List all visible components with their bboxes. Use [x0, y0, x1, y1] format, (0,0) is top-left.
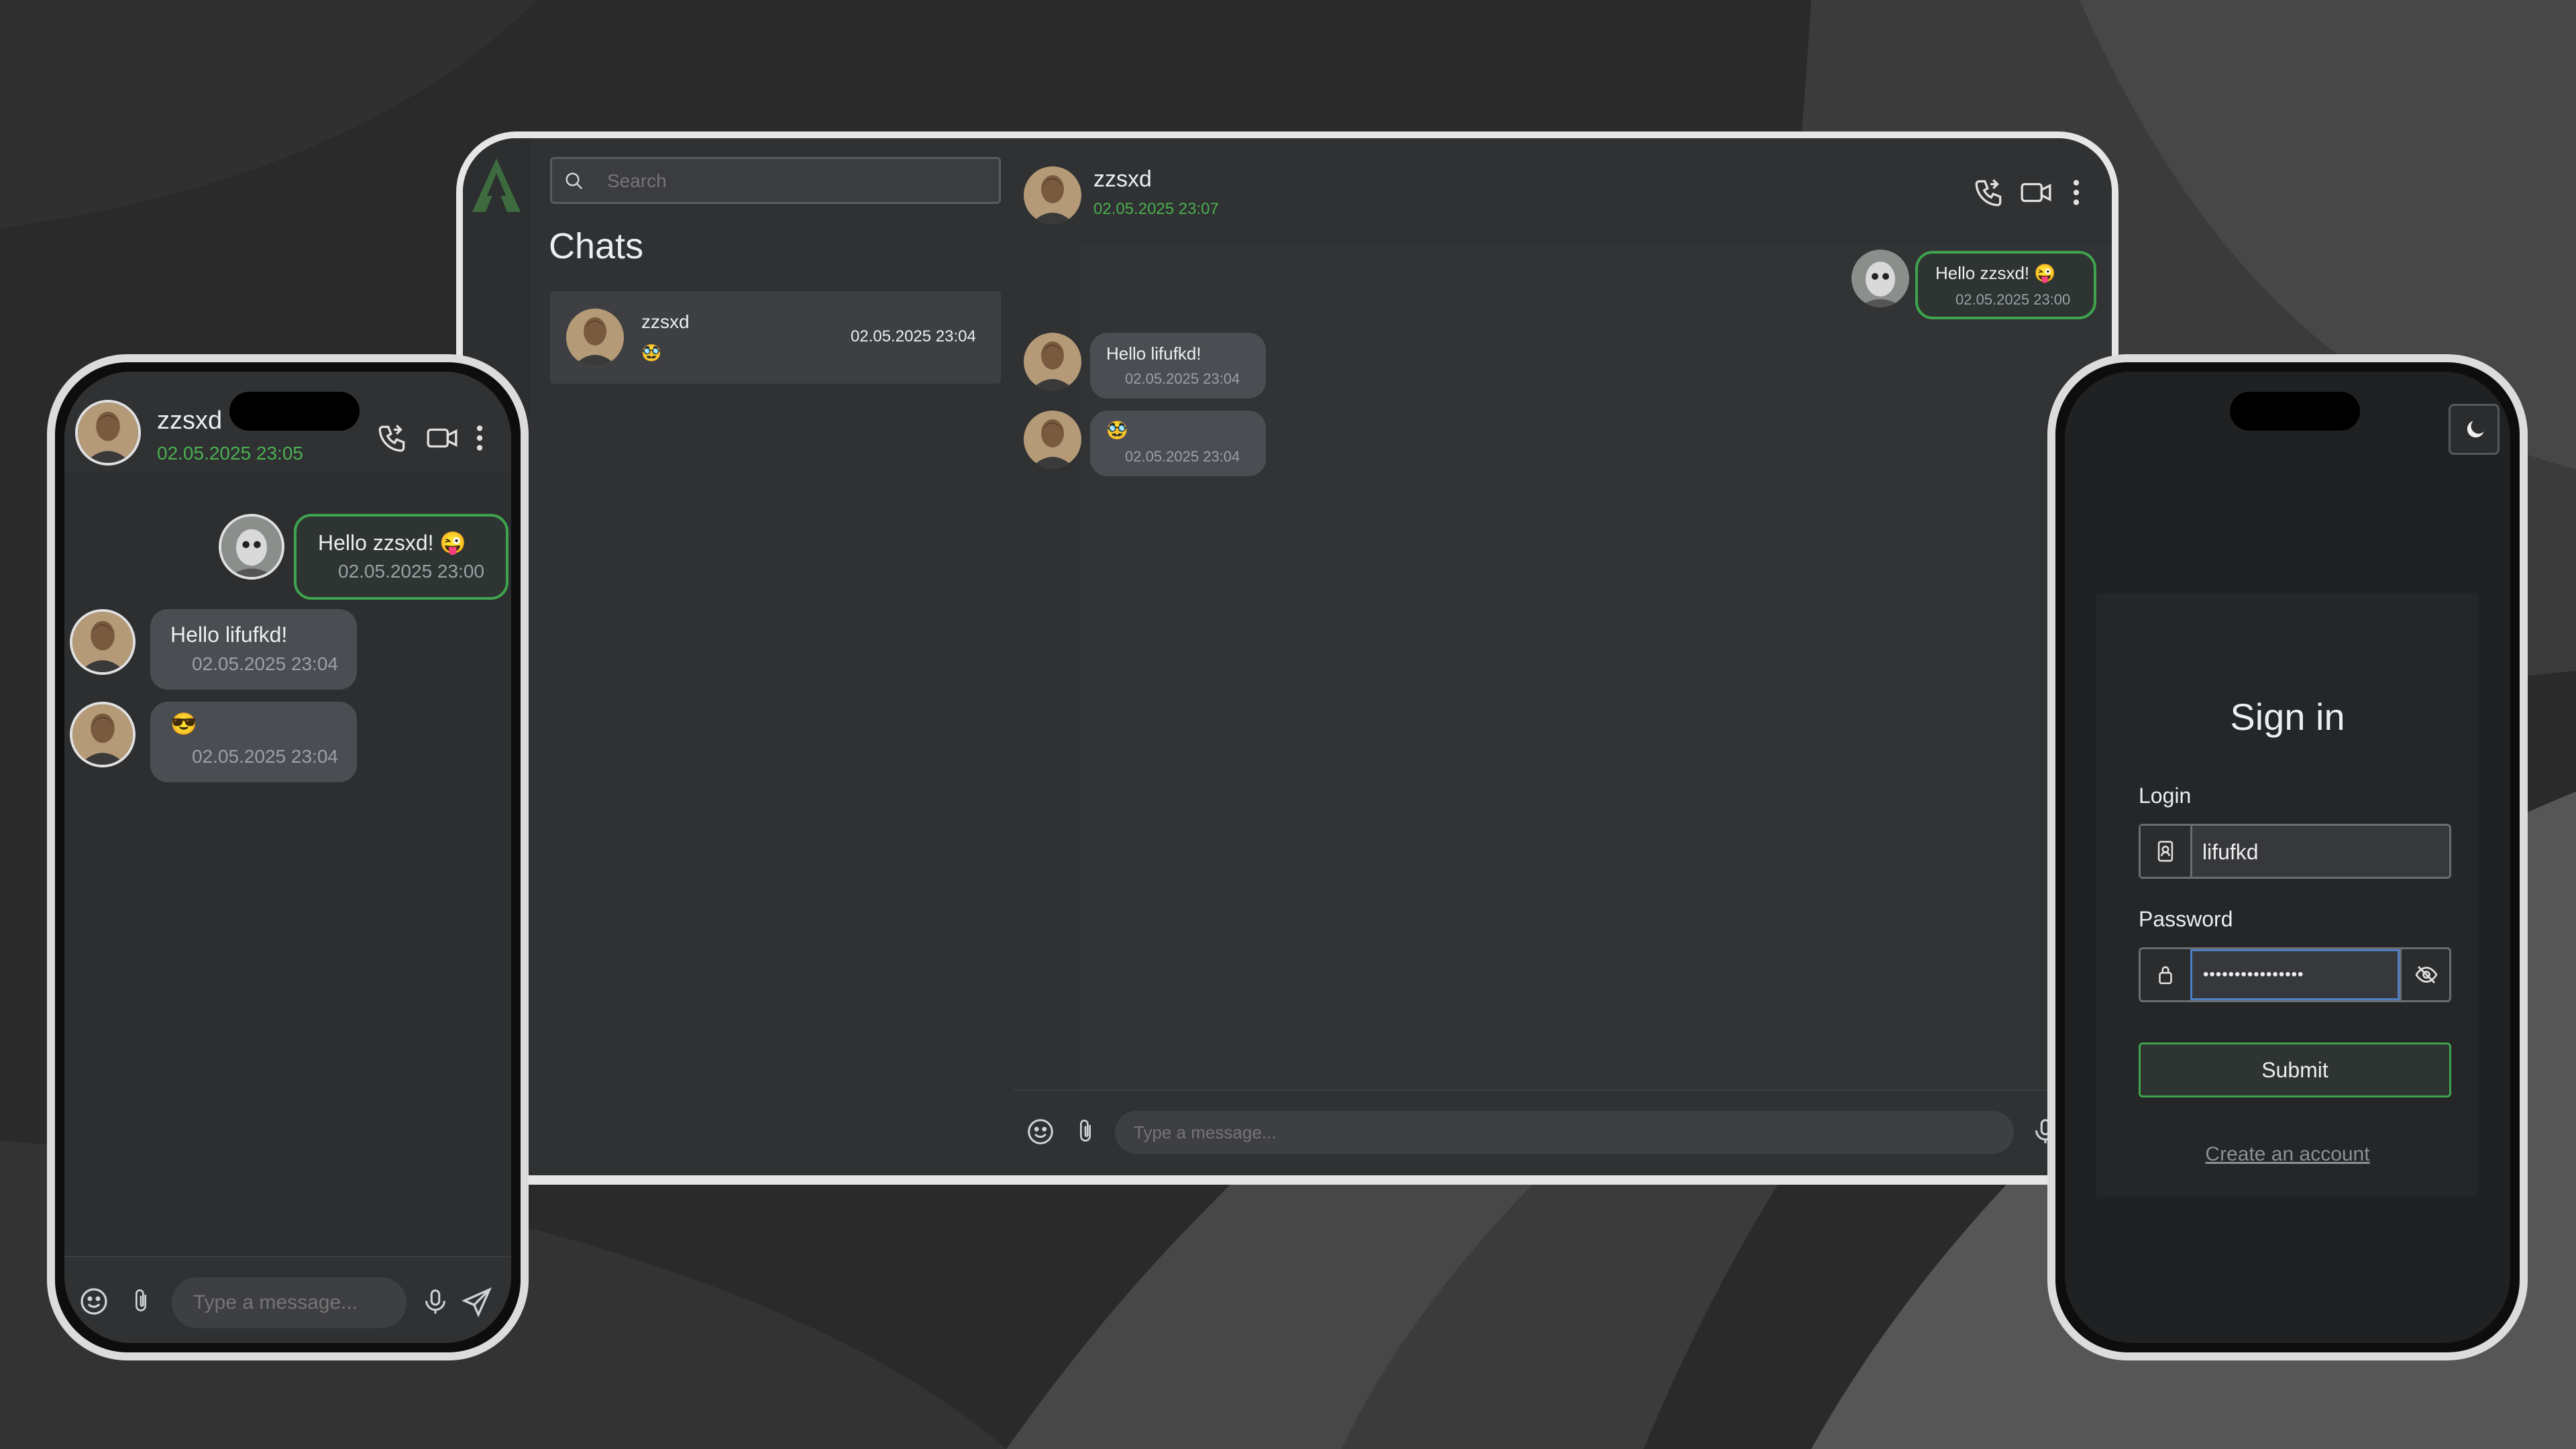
search-icon [564, 171, 584, 191]
search-input[interactable] [606, 166, 984, 197]
chat-header-name: zzsxd [1093, 166, 1152, 192]
tablet-frame: Chats zzsxd 🥸 02.05.2025 23:04 zzsxd 02.… [456, 131, 2118, 1185]
password-field[interactable] [2139, 947, 2451, 1002]
video-icon[interactable] [425, 421, 459, 455]
message-time: 02.05.2025 23:04 [192, 653, 338, 674]
emoji-icon[interactable] [1025, 1116, 1056, 1147]
sidebar-title: Chats [549, 226, 644, 266]
chat-list-item[interactable]: zzsxd 🥸 02.05.2025 23:04 [550, 291, 1001, 384]
message-time: 02.05.2025 23:04 [1125, 448, 1240, 465]
chat-header-status: 02.05.2025 23:07 [1093, 200, 1219, 218]
video-icon[interactable] [2019, 176, 2053, 209]
message-text: Hello zzsxd! 😜 [1935, 263, 2056, 283]
chat-time: 02.05.2025 23:04 [851, 327, 976, 345]
avatar [1024, 411, 1081, 468]
phone-login-frame: Sign in Login Password Su [2047, 354, 2528, 1360]
avatar [1851, 250, 1909, 307]
message-bubble-incoming: Hello lifufkd! 02.05.2025 23:04 [1090, 333, 1266, 398]
phone-call-icon[interactable] [376, 421, 409, 455]
phone-chat-frame: zzsxd 02.05.2025 23:05 Hello zzsxd! 😜 02… [47, 354, 529, 1360]
message-bubble-incoming: 😎 02.05.2025 23:04 [150, 702, 357, 782]
password-label: Password [2139, 907, 2233, 931]
message-text: Hello zzsxd! 😜 [318, 531, 467, 555]
toggle-password-visibility[interactable] [2400, 949, 2451, 1000]
message-time: 02.05.2025 23:04 [1125, 370, 1240, 387]
eye-off-icon [2414, 963, 2439, 987]
avatar [1024, 333, 1081, 390]
phone-login-screen: Sign in Login Password Su [2065, 372, 2510, 1343]
logo-icon[interactable] [472, 158, 521, 212]
avatar [219, 514, 284, 580]
paperclip-icon[interactable] [127, 1285, 154, 1318]
message-text: Hello lifufkd! [1106, 343, 1201, 364]
message-bubble-outgoing: Hello zzsxd! 😜 02.05.2025 23:00 [1915, 251, 2096, 319]
lock-icon [2154, 961, 2177, 988]
password-input[interactable] [2190, 949, 2400, 1000]
theme-toggle-button[interactable] [2449, 404, 2500, 455]
submit-button[interactable]: Submit [2139, 1042, 2451, 1097]
phone-chat-screen: zzsxd 02.05.2025 23:05 Hello zzsxd! 😜 02… [64, 372, 511, 1343]
more-vertical-icon[interactable] [470, 421, 490, 455]
chat-header [1013, 138, 2112, 244]
sign-in-title: Sign in [2230, 696, 2345, 738]
message-text: Hello lifufkd! [170, 623, 288, 647]
chat-header-status: 02.05.2025 23:05 [157, 443, 303, 464]
dynamic-island [2230, 392, 2360, 431]
microphone-icon[interactable] [420, 1285, 451, 1319]
login-field[interactable] [2139, 824, 2451, 879]
create-account-link[interactable]: Create an account [2065, 1143, 2510, 1166]
moon-icon [2463, 417, 2488, 442]
login-label: Login [2139, 784, 2192, 808]
avatar [70, 702, 136, 767]
more-vertical-icon[interactable] [2066, 176, 2086, 209]
message-text: 😎 [170, 712, 197, 736]
paperclip-icon[interactable] [1072, 1116, 1099, 1147]
login-field-prefix [2141, 826, 2192, 877]
chat-name: zzsxd [641, 311, 690, 332]
chat-header-name: zzsxd [157, 407, 223, 435]
chat-preview: 🥸 [641, 344, 661, 362]
message-time: 02.05.2025 23:00 [338, 561, 484, 582]
message-bubble-incoming: Hello lifufkd! 02.05.2025 23:04 [150, 609, 357, 690]
phone-call-icon[interactable] [1972, 176, 2006, 209]
message-text: 🥸 [1106, 420, 1128, 440]
sign-in-card [2096, 593, 2478, 1197]
emoji-icon[interactable] [78, 1285, 110, 1318]
password-field-prefix [2141, 949, 2192, 1000]
avatar [70, 609, 136, 675]
login-input[interactable] [2201, 835, 2438, 869]
message-input[interactable] [172, 1277, 407, 1328]
message-input[interactable] [1115, 1111, 2014, 1154]
search-box[interactable] [550, 157, 1001, 204]
avatar [566, 309, 624, 366]
message-time: 02.05.2025 23:00 [1955, 291, 2071, 308]
message-time: 02.05.2025 23:04 [192, 746, 338, 767]
avatar[interactable] [1024, 166, 1081, 224]
avatar[interactable] [75, 400, 141, 466]
message-bubble-incoming: 🥸 02.05.2025 23:04 [1090, 411, 1266, 476]
send-icon[interactable] [460, 1285, 494, 1319]
user-card-icon [2154, 839, 2177, 863]
dynamic-island [229, 392, 360, 431]
message-bubble-outgoing: Hello zzsxd! 😜 02.05.2025 23:00 [294, 514, 508, 600]
